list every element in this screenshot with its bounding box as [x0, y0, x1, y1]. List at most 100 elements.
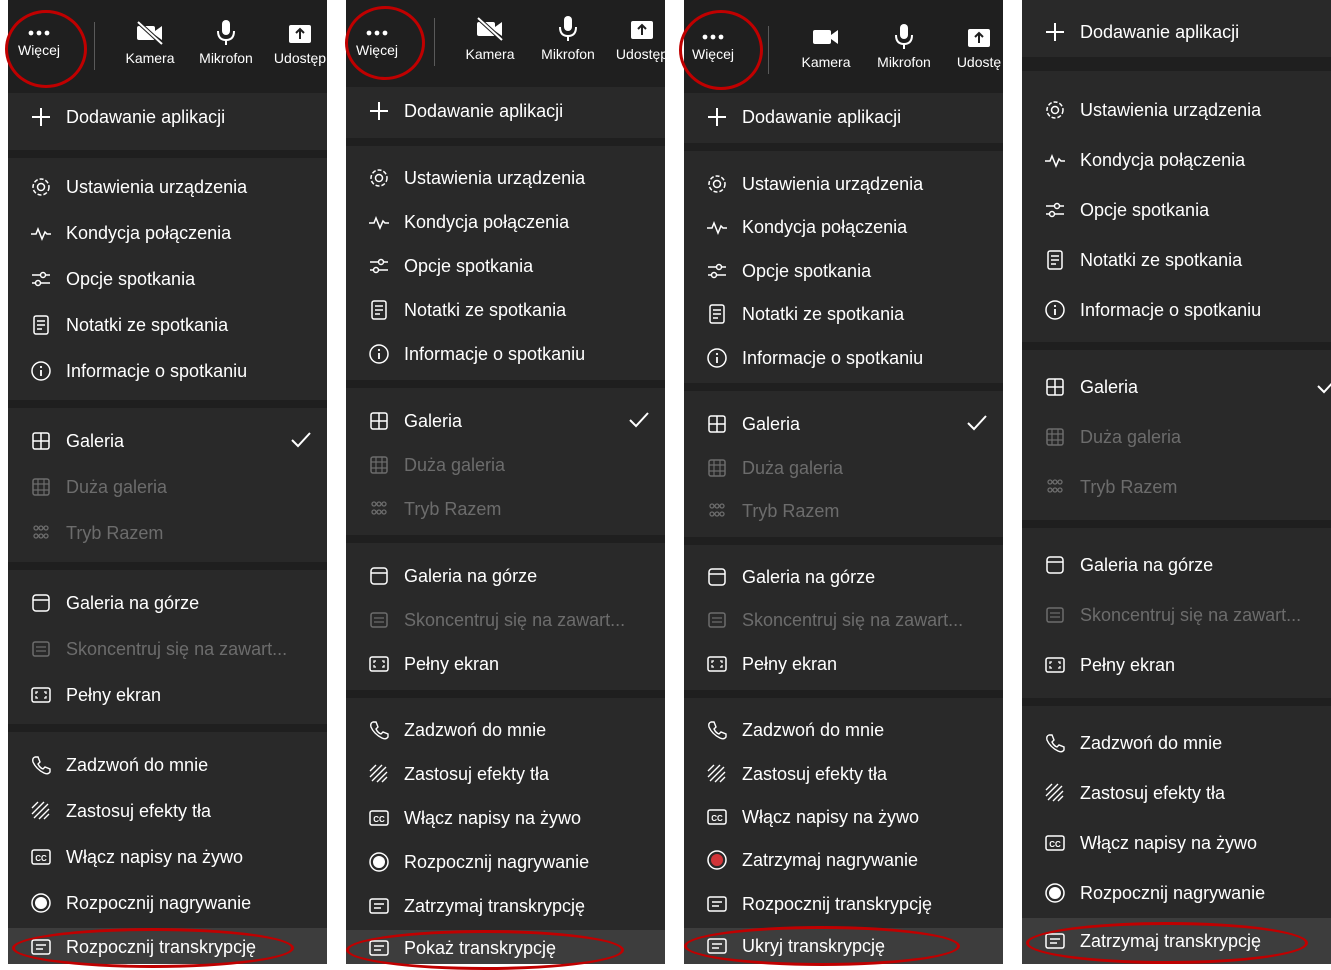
menu-item-call-health[interactable]: Kondycja połączenia: [8, 215, 327, 251]
menu-item-meeting-options[interactable]: Opcje spotkania: [1022, 192, 1331, 228]
menu-item-full-screen[interactable]: Pełny ekran: [8, 677, 327, 713]
menu-item-meeting-info[interactable]: Informacje o spotkaniu: [346, 336, 665, 372]
menu-separator: [346, 535, 665, 543]
menu-item-background-effects[interactable]: Zastosuj efekty tła: [8, 793, 327, 829]
check-icon: [627, 409, 651, 436]
menu-item-together-mode: Tryb Razem: [8, 515, 327, 551]
menu-item-meeting-notes[interactable]: Notatki ze spotkania: [1022, 242, 1331, 278]
menu-item-large-gallery: Duża galeria: [1022, 419, 1331, 455]
menu-item-live-captions[interactable]: CC Włącz napisy na żywo: [8, 839, 327, 875]
menu-item-stop-transcription[interactable]: Zatrzymaj transkrypcję: [1022, 918, 1331, 964]
menu-item-full-screen[interactable]: Pełny ekran: [346, 646, 665, 682]
gallery-top-icon: [30, 592, 52, 614]
menu-item-meeting-info[interactable]: Informacje o spotkaniu: [1022, 292, 1331, 328]
menu-item-call-health[interactable]: Kondycja połączenia: [684, 209, 1003, 245]
menu-item-stop-recording[interactable]: Zatrzymaj nagrywanie: [684, 842, 1003, 878]
menu-item-gallery[interactable]: Galeria: [8, 423, 327, 459]
menu-item-meeting-info[interactable]: Informacje o spotkaniu: [8, 353, 327, 389]
menu-item-label: Skoncentruj się na zawart...: [742, 609, 964, 630]
more-button[interactable]: Więcej: [352, 10, 402, 58]
menu-item-hide-transcript[interactable]: Ukryj transkrypcję: [684, 928, 1003, 964]
share-button[interactable]: Udostęp: [614, 14, 665, 62]
menu-item-add-apps[interactable]: Dodawanie aplikacji: [684, 99, 1003, 135]
transcript-icon: [706, 893, 728, 915]
menu-item-device-settings[interactable]: Ustawienia urządzenia: [684, 166, 1003, 202]
plus-icon: [30, 106, 52, 128]
menu-item-together-mode: Tryb Razem: [1022, 469, 1331, 505]
camera-button[interactable]: Kamera: [460, 14, 520, 62]
menu-item-start-transcription[interactable]: Rozpocznij transkrypcję: [8, 928, 327, 964]
menu-item-call-me[interactable]: Zadzwoń do mnie: [684, 712, 1003, 748]
menu-item-call-me[interactable]: Zadzwoń do mnie: [1022, 725, 1331, 761]
menu-item-label: Galeria na górze: [404, 565, 538, 586]
menu-item-meeting-notes[interactable]: Notatki ze spotkania: [346, 292, 665, 328]
share-button[interactable]: Udostęp: [270, 18, 327, 66]
more-icon: [365, 10, 389, 38]
pulse-icon: [30, 222, 52, 244]
menu-item-start-transcription[interactable]: Rozpocznij transkrypcję: [684, 886, 1003, 922]
menu-item-label: Zatrzymaj nagrywanie: [742, 849, 919, 870]
menu-item-device-settings[interactable]: Ustawienia urządzenia: [346, 160, 665, 196]
camera-button[interactable]: Kamera: [796, 22, 856, 70]
menu-item-label: Włącz napisy na żywo: [1080, 832, 1258, 853]
menu-item-start-recording[interactable]: Rozpocznij nagrywanie: [8, 885, 327, 921]
mic-button[interactable]: Mikrofon: [872, 22, 936, 70]
camera-label: Kamera: [801, 54, 851, 70]
menu-item-show-transcript[interactable]: Pokaż transkrypcję: [346, 930, 665, 964]
menu-item-live-captions[interactable]: CC Włącz napisy na żywo: [684, 799, 1003, 835]
menu-item-start-recording[interactable]: Rozpocznij nagrywanie: [1022, 875, 1331, 911]
more-label: Więcej: [355, 42, 398, 58]
fullscreen-icon: [706, 653, 728, 675]
camera-icon: [811, 22, 841, 50]
menu-item-add-apps[interactable]: Dodawanie aplikacji: [346, 93, 665, 129]
menu-item-add-apps[interactable]: Dodawanie aplikacji: [8, 99, 327, 135]
more-label: Więcej: [691, 46, 734, 62]
menu-item-meeting-notes[interactable]: Notatki ze spotkania: [684, 296, 1003, 332]
menu-item-label: Opcje spotkania: [742, 260, 872, 281]
mic-button[interactable]: Mikrofon: [536, 14, 600, 62]
background-effects-icon: [1044, 782, 1066, 804]
menu-item-gallery-top[interactable]: Galeria na górze: [684, 559, 1003, 595]
menu-item-device-settings[interactable]: Ustawienia urządzenia: [8, 169, 327, 205]
large-grid-icon: [30, 476, 52, 498]
menu-item-label: Rozpocznij nagrywanie: [1080, 882, 1266, 903]
menu-item-gallery[interactable]: Galeria: [346, 403, 665, 439]
gear-icon: [30, 176, 52, 198]
menu-item-call-health[interactable]: Kondycja połączenia: [346, 204, 665, 240]
menu-item-call-me[interactable]: Zadzwoń do mnie: [346, 712, 665, 748]
menu-item-meeting-notes[interactable]: Notatki ze spotkania: [8, 307, 327, 343]
captions-icon: CC: [706, 806, 728, 828]
menu-item-gallery-top[interactable]: Galeria na górze: [8, 585, 327, 621]
menu-separator: [684, 537, 1003, 545]
menu-item-add-apps[interactable]: Dodawanie aplikacji: [1022, 14, 1331, 50]
menu-item-meeting-options[interactable]: Opcje spotkania: [346, 248, 665, 284]
menu-item-meeting-options[interactable]: Opcje spotkania: [8, 261, 327, 297]
menu-item-background-effects[interactable]: Zastosuj efekty tła: [684, 756, 1003, 792]
menu-item-start-recording[interactable]: Rozpocznij nagrywanie: [346, 844, 665, 880]
share-button[interactable]: Udostę: [952, 22, 1003, 70]
menu-item-gallery-top[interactable]: Galeria na górze: [346, 558, 665, 594]
menu-item-call-health[interactable]: Kondycja połączenia: [1022, 142, 1331, 178]
menu-item-full-screen[interactable]: Pełny ekran: [1022, 647, 1331, 683]
menu-item-stop-transcription[interactable]: Zatrzymaj transkrypcję: [346, 888, 665, 924]
menu-item-gallery-top[interactable]: Galeria na górze: [1022, 547, 1331, 583]
mic-button[interactable]: Mikrofon: [194, 18, 258, 66]
menu-item-live-captions[interactable]: CC Włącz napisy na żywo: [346, 800, 665, 836]
camera-button[interactable]: Kamera: [120, 18, 180, 66]
more-button[interactable]: Więcej: [688, 14, 738, 62]
menu-item-meeting-options[interactable]: Opcje spotkania: [684, 253, 1003, 289]
menu-item-meeting-info[interactable]: Informacje o spotkaniu: [684, 340, 1003, 376]
menu-item-full-screen[interactable]: Pełny ekran: [684, 646, 1003, 682]
people-icon: [30, 522, 52, 544]
more-button[interactable]: Więcej: [16, 10, 62, 58]
menu-item-label: Dodawanie aplikacji: [404, 100, 564, 121]
menu-separator: [8, 150, 327, 158]
menu-item-device-settings[interactable]: Ustawienia urządzenia: [1022, 92, 1331, 128]
menu-item-label: Rozpocznij transkrypcję: [66, 936, 257, 957]
menu-item-gallery[interactable]: Galeria: [684, 406, 1003, 442]
menu-item-live-captions[interactable]: CC Włącz napisy na żywo: [1022, 825, 1331, 861]
menu-item-background-effects[interactable]: Zastosuj efekty tła: [1022, 775, 1331, 811]
menu-item-gallery[interactable]: Galeria: [1022, 369, 1331, 405]
menu-item-background-effects[interactable]: Zastosuj efekty tła: [346, 756, 665, 792]
menu-item-call-me[interactable]: Zadzwoń do mnie: [8, 747, 327, 783]
